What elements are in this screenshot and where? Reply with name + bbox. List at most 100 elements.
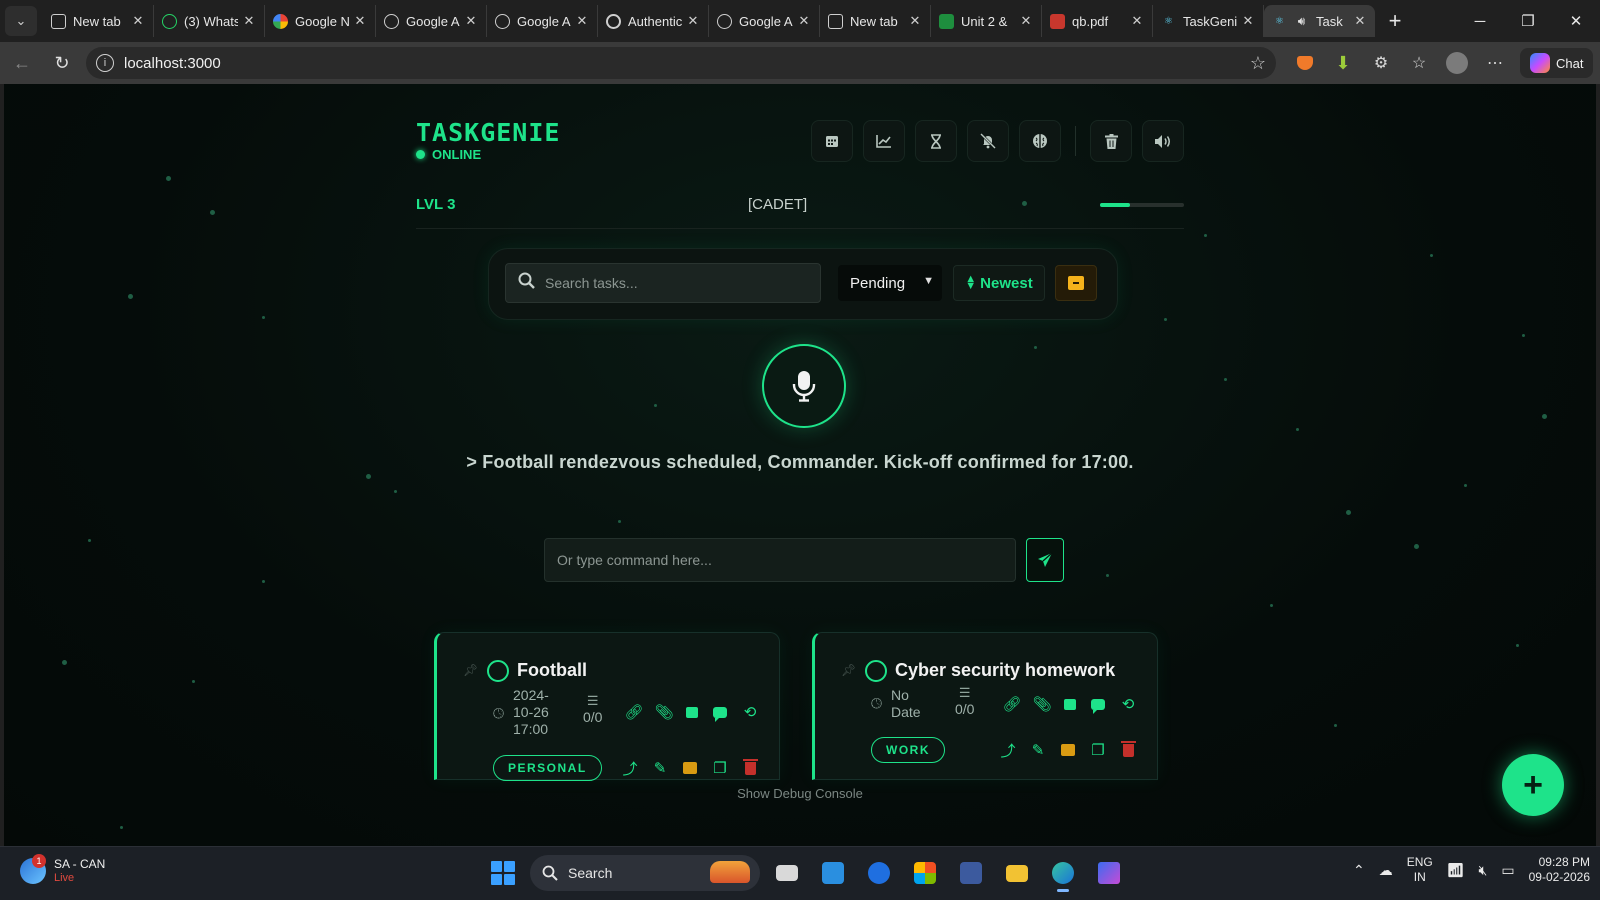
pin-icon[interactable]: 📌︎	[463, 663, 478, 677]
download-extension-icon[interactable]: ⬇	[1324, 46, 1362, 80]
taskbar-other-app[interactable]	[1090, 854, 1128, 892]
extensions-icon[interactable]: ⚙	[1362, 46, 1400, 80]
sort-button[interactable]: ▲ ▼ Newest	[953, 265, 1045, 301]
close-icon[interactable]: ✕	[575, 13, 589, 29]
tab-unit-2[interactable]: Unit 2 & ✕	[931, 5, 1042, 37]
debug-console-toggle[interactable]: Show Debug Console	[4, 786, 1596, 801]
analytics-button[interactable]	[863, 120, 905, 162]
taskbar-edge[interactable]	[1044, 854, 1082, 892]
archive-icon[interactable]	[1057, 739, 1079, 761]
tab-authentic[interactable]: Authentic ✕	[598, 5, 709, 37]
speaker-icon[interactable]: 🔊︎	[1294, 14, 1309, 29]
edit-icon[interactable]: ✎	[649, 757, 671, 779]
tab-google-n[interactable]: Google N ✕	[265, 5, 376, 37]
taskbar-task-view[interactable]	[768, 854, 806, 892]
close-icon[interactable]: ✕	[131, 13, 145, 29]
refresh-icon[interactable]: ↻	[44, 46, 80, 80]
search-input[interactable]	[545, 275, 805, 291]
chevron-up-icon[interactable]: ⌃	[1353, 862, 1365, 879]
share-icon[interactable]: ⤴	[619, 757, 641, 779]
close-icon[interactable]: ✕	[1019, 13, 1033, 29]
link-icon[interactable]: 🔗︎	[623, 701, 645, 723]
close-icon[interactable]: ✕	[1353, 13, 1367, 29]
minimize-icon[interactable]: ─	[1456, 0, 1504, 42]
pin-icon[interactable]: 📌︎	[841, 663, 856, 677]
tab-google-a-1[interactable]: Google A ✕	[376, 5, 487, 37]
sound-toggle-button[interactable]	[1142, 120, 1184, 162]
tab-new-tab-2[interactable]: New tab ✕	[820, 5, 931, 37]
category-tag[interactable]: PERSONAL	[493, 755, 602, 781]
duplicate-icon[interactable]: ❐	[709, 757, 731, 779]
start-button[interactable]	[484, 854, 522, 892]
share-icon[interactable]: ⤴	[997, 739, 1019, 761]
taskbar-search[interactable]: Search	[530, 855, 760, 891]
status-filter-select[interactable]: Pending ▼	[838, 265, 942, 301]
tab-google-a-2[interactable]: Google A ✕	[487, 5, 598, 37]
url-text[interactable]: localhost:3000	[124, 55, 1250, 72]
tab-whatsapp[interactable]: (3) Whats ✕	[154, 5, 265, 37]
onedrive-icon[interactable]: ☁	[1379, 862, 1393, 879]
ai-insights-button[interactable]	[1019, 120, 1061, 162]
attachment-icon[interactable]: 📎︎	[653, 701, 675, 723]
attachment-icon[interactable]: 📎︎	[1031, 693, 1053, 715]
wifi-icon[interactable]: 📶︎	[1447, 862, 1465, 879]
weather-widget[interactable]: 1 SA - CAN Live	[20, 853, 105, 884]
complete-checkbox[interactable]	[487, 660, 509, 682]
complete-checkbox[interactable]	[865, 660, 887, 682]
taskbar-store[interactable]	[906, 854, 944, 892]
taskbar-vscode[interactable]	[814, 854, 852, 892]
focus-timer-button[interactable]	[915, 120, 957, 162]
restore-icon[interactable]: ❐	[1504, 0, 1552, 42]
new-tab-button[interactable]: +	[1379, 5, 1411, 37]
delete-icon[interactable]	[1117, 739, 1139, 761]
address-bar[interactable]: i localhost:3000 ☆	[86, 47, 1276, 79]
back-icon[interactable]: ←	[4, 46, 40, 80]
tab-actions-chevron-icon[interactable]: ⌄	[5, 6, 37, 36]
site-info-icon[interactable]: i	[96, 54, 114, 72]
mute-icon[interactable]: 🔇︎	[1479, 862, 1488, 879]
favorites-icon[interactable]: ☆	[1400, 46, 1438, 80]
trash-button[interactable]	[1090, 120, 1132, 162]
command-input[interactable]	[557, 552, 997, 568]
tab-google-a-3[interactable]: Google A ✕	[709, 5, 820, 37]
favorite-star-icon[interactable]: ☆	[1250, 53, 1266, 74]
task-card[interactable]: 📌︎ Cyber security homework 🕓︎ No Date ☰ …	[812, 632, 1158, 780]
battery-icon[interactable]: ▭	[1501, 862, 1514, 879]
delete-icon[interactable]	[739, 757, 761, 779]
close-window-icon[interactable]: ✕	[1552, 0, 1600, 42]
voice-command-button[interactable]	[762, 344, 846, 428]
taskbar-snipping[interactable]	[952, 854, 990, 892]
archive-icon[interactable]	[679, 757, 701, 779]
close-icon[interactable]: ✕	[1241, 13, 1255, 29]
taskbar-dev-app[interactable]	[860, 854, 898, 892]
note-icon[interactable]	[681, 701, 703, 723]
duplicate-icon[interactable]: ❐	[1087, 739, 1109, 761]
close-icon[interactable]: ✕	[908, 13, 922, 29]
close-icon[interactable]: ✕	[797, 13, 811, 29]
link-icon[interactable]: 🔗︎	[1001, 693, 1023, 715]
task-card[interactable]: 📌︎ Football 🕓︎ 2024- 10-26 17:00 ☰ 0/0 🔗…	[434, 632, 780, 781]
archive-view-button[interactable]	[1055, 265, 1097, 301]
edit-icon[interactable]: ✎	[1027, 739, 1049, 761]
comment-icon[interactable]	[709, 701, 731, 723]
history-icon[interactable]: ⟲	[739, 701, 761, 723]
note-icon[interactable]	[1059, 693, 1081, 715]
close-icon[interactable]: ✕	[353, 13, 367, 29]
profile-avatar[interactable]	[1438, 46, 1476, 80]
clock[interactable]: 09:28 PM 09-02-2026	[1529, 855, 1590, 885]
more-options-icon[interactable]: ⋯	[1476, 46, 1514, 80]
close-icon[interactable]: ✕	[686, 13, 700, 29]
tab-task-active[interactable]: ⚛ 🔊︎ Task ✕	[1264, 5, 1375, 37]
history-icon[interactable]: ⟲	[1117, 693, 1139, 715]
close-icon[interactable]: ✕	[242, 13, 256, 29]
tab-taskgenie[interactable]: ⚛ TaskGenie ✕	[1153, 5, 1264, 37]
calendar-button[interactable]	[811, 120, 853, 162]
send-command-button[interactable]	[1026, 538, 1064, 582]
tab-new-tab-1[interactable]: New tab ✕	[43, 5, 154, 37]
language-indicator[interactable]: ENG IN	[1407, 855, 1433, 885]
category-tag[interactable]: WORK	[871, 737, 945, 763]
add-task-button[interactable]: +	[1502, 754, 1564, 816]
notifications-toggle-button[interactable]	[967, 120, 1009, 162]
taskbar-file-explorer[interactable]	[998, 854, 1036, 892]
close-icon[interactable]: ✕	[1130, 13, 1144, 29]
